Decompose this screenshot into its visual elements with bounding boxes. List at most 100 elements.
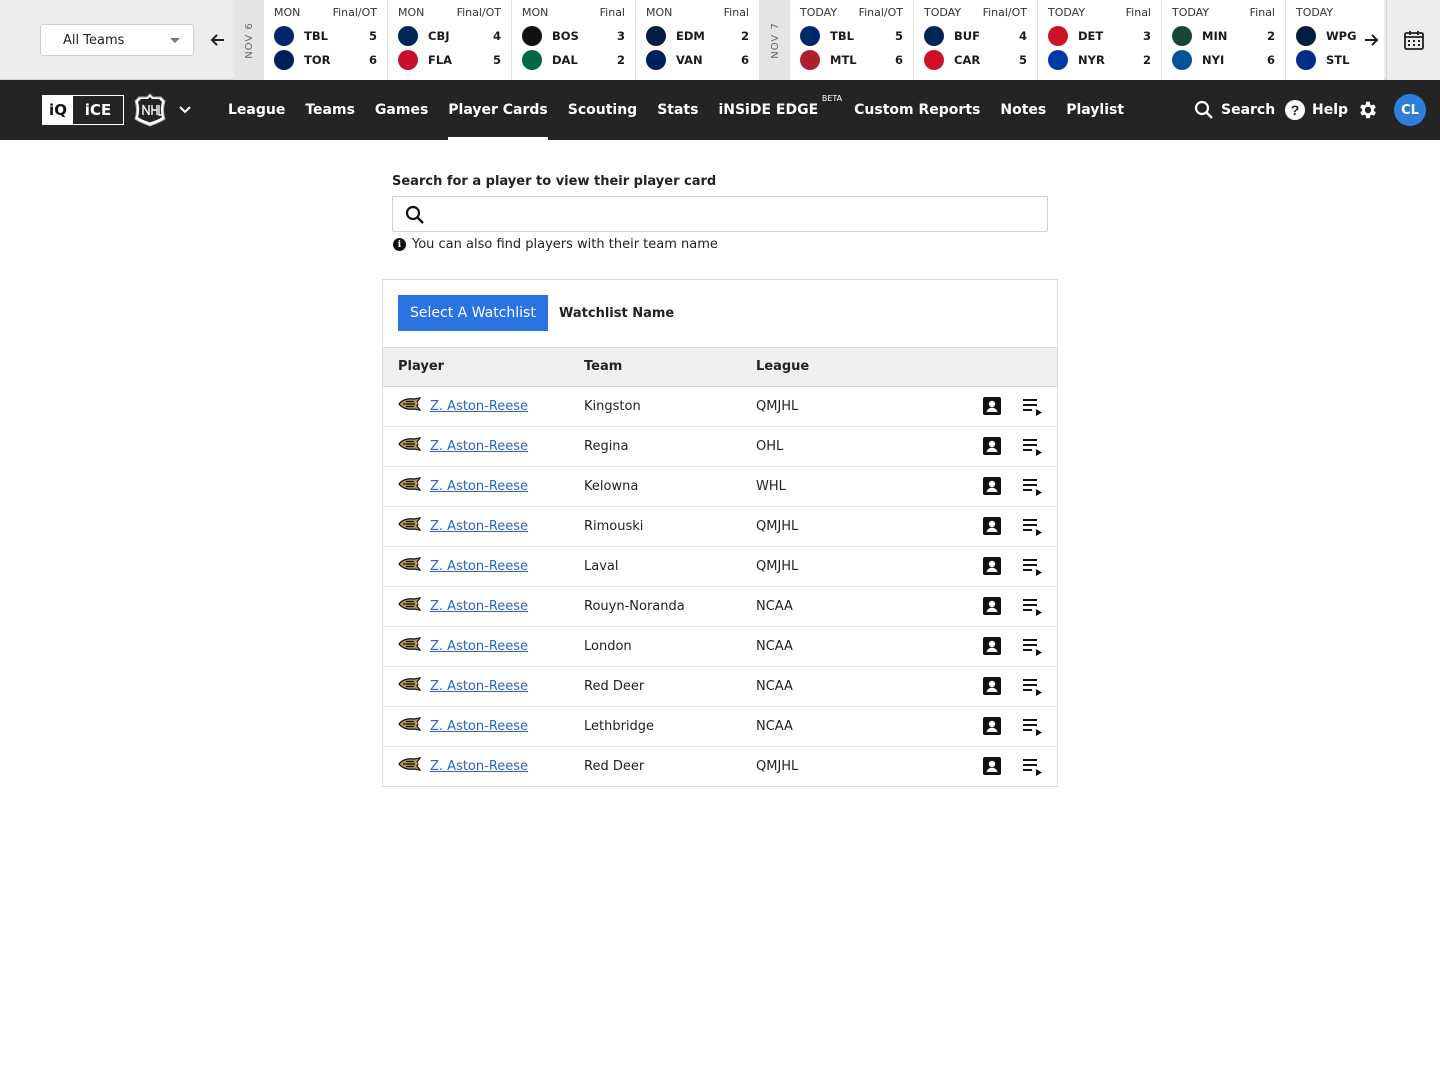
nav-link-player-cards[interactable]: Player Cards: [438, 80, 557, 140]
player-wrap: Z. Aston-Reese: [398, 757, 584, 775]
league-cell: NCAA: [756, 598, 793, 614]
player-link[interactable]: Z. Aston-Reese: [430, 399, 528, 414]
iqice-logo[interactable]: iQ iCE: [42, 95, 124, 125]
player-wrap: Z. Aston-Reese: [398, 597, 584, 615]
playlist-add-icon[interactable]: [1022, 556, 1044, 576]
actions-cell: [966, 706, 1057, 746]
actions-cell: [966, 506, 1057, 546]
player-cell: Z. Aston-Reese: [383, 626, 584, 666]
nav-link-notes[interactable]: Notes: [990, 80, 1056, 140]
team-cell: Laval: [584, 558, 619, 574]
player-wrap: Z. Aston-Reese: [398, 677, 584, 695]
player-link[interactable]: Z. Aston-Reese: [430, 479, 528, 494]
game-card[interactable]: TODAY Final MIN 2 NYI 6: [1162, 0, 1286, 80]
player-link[interactable]: Z. Aston-Reese: [430, 559, 528, 574]
playlist-add-icon[interactable]: [1022, 396, 1044, 416]
nav-help-button[interactable]: ? Help: [1284, 99, 1348, 121]
date-divider: NOV 6: [234, 0, 264, 80]
nav-link-playlist[interactable]: Playlist: [1056, 80, 1134, 140]
player-card-icon[interactable]: [982, 476, 1002, 496]
playlist-add-icon[interactable]: [1022, 596, 1044, 616]
nav-link-league[interactable]: League: [218, 80, 295, 140]
game-status: Final/OT: [456, 6, 501, 19]
ducks-logo-icon: [398, 597, 422, 615]
player-cell: Z. Aston-Reese: [383, 706, 584, 746]
team-logo-icon: [646, 50, 666, 70]
row-actions: [966, 636, 1057, 656]
user-avatar[interactable]: CL: [1394, 94, 1426, 126]
select-watchlist-button[interactable]: Select A Watchlist: [398, 295, 548, 331]
game-team-row: MTL 6: [800, 48, 903, 72]
player-link[interactable]: Z. Aston-Reese: [430, 719, 528, 734]
table-header-row: Player Team League: [383, 348, 1057, 386]
playlist-add-icon[interactable]: [1022, 436, 1044, 456]
nhl-logo-icon[interactable]: [134, 93, 166, 131]
calendar-button[interactable]: [1386, 0, 1440, 80]
player-link[interactable]: Z. Aston-Reese: [430, 519, 528, 534]
player-card-icon[interactable]: [982, 396, 1002, 416]
game-card[interactable]: MON Final BOS 3 DAL 2: [512, 0, 636, 80]
player-link[interactable]: Z. Aston-Reese: [430, 639, 528, 654]
game-card[interactable]: TODAY Final DET 3 NYR 2: [1038, 0, 1162, 80]
playlist-add-icon[interactable]: [1022, 676, 1044, 696]
game-card[interactable]: MON Final/OT CBJ 4 FLA 5: [388, 0, 512, 80]
player-link[interactable]: Z. Aston-Reese: [430, 599, 528, 614]
player-search-box[interactable]: [392, 196, 1048, 232]
team-abbr: BUF: [954, 29, 980, 43]
game-card[interactable]: TODAY Final/OT TBL 5 MTL 6: [790, 0, 914, 80]
playlist-add-icon[interactable]: [1022, 476, 1044, 496]
team-score: 5: [894, 29, 903, 43]
player-card-icon[interactable]: [982, 596, 1002, 616]
ducks-logo-icon: [398, 437, 422, 455]
game-team-row: BOS 3: [522, 24, 625, 48]
nav-link-label: Notes: [1000, 102, 1047, 118]
player-link[interactable]: Z. Aston-Reese: [430, 759, 528, 774]
game-day: MON: [646, 6, 673, 19]
column-header-team[interactable]: Team: [584, 348, 756, 386]
player-search-input[interactable]: [433, 201, 1033, 227]
player-card-icon[interactable]: [982, 756, 1002, 776]
playlist-add-icon[interactable]: [1022, 756, 1044, 777]
player-card-icon[interactable]: [982, 636, 1002, 656]
nav-link-custom-reports[interactable]: Custom Reports: [844, 80, 990, 140]
game-team-row: DET 3: [1048, 24, 1151, 48]
player-cell: Z. Aston-Reese: [383, 506, 584, 546]
ducks-logo-icon: [398, 397, 422, 415]
column-header-league[interactable]: League: [756, 348, 966, 386]
nav-link-scouting[interactable]: Scouting: [558, 80, 647, 140]
watchlist-toolbar: Select A Watchlist Watchlist Name: [383, 280, 1057, 348]
player-card-icon[interactable]: [982, 556, 1002, 576]
playlist-add-icon[interactable]: [1022, 516, 1044, 536]
ducks-logo-icon: [398, 717, 422, 735]
nav-search-button[interactable]: Search: [1194, 100, 1275, 120]
playlist-add-icon[interactable]: [1022, 716, 1044, 736]
game-team-row: BUF 4: [924, 24, 1027, 48]
player-card-icon[interactable]: [982, 516, 1002, 536]
game-card[interactable]: MON Final EDM 2 VAN 6: [636, 0, 760, 80]
game-day: MON: [522, 6, 549, 19]
player-card-icon[interactable]: [982, 436, 1002, 456]
player-card-icon[interactable]: [982, 676, 1002, 696]
nav-link-stats[interactable]: Stats: [647, 80, 708, 140]
nav-link-label: Scouting: [567, 102, 638, 118]
playlist-add-icon[interactable]: [1022, 636, 1044, 656]
nav-link-teams[interactable]: Teams: [295, 80, 365, 140]
scoreboard-next-arrow-icon[interactable]: [1359, 28, 1383, 52]
player-link[interactable]: Z. Aston-Reese: [430, 679, 528, 694]
player-wrap: Z. Aston-Reese: [398, 517, 584, 535]
nav-link-inside-edge[interactable]: iNSiDE EDGE BETA: [708, 80, 842, 140]
scoreboard-prev-arrow-icon[interactable]: [206, 28, 230, 52]
player-card-icon[interactable]: [982, 716, 1002, 736]
settings-gear-icon[interactable]: [1357, 99, 1379, 121]
table-row: Z. Aston-Reese Red Deer QMJHL: [383, 746, 1057, 786]
nav-link-games[interactable]: Games: [365, 80, 438, 140]
game-card[interactable]: MON Final/OT TBL 5 TOR 6: [264, 0, 388, 80]
player-link[interactable]: Z. Aston-Reese: [430, 439, 528, 454]
team-filter-dropdown[interactable]: All Teams: [40, 24, 194, 56]
column-header-player[interactable]: Player: [383, 348, 584, 386]
game-card[interactable]: TODAY Final/OT BUF 4 CAR 5: [914, 0, 1038, 80]
chevron-down-icon[interactable]: [178, 102, 192, 121]
team-abbr: EDM: [676, 29, 705, 43]
league-cell: QMJHL: [756, 758, 799, 774]
svg-text:?: ?: [1291, 102, 1300, 118]
